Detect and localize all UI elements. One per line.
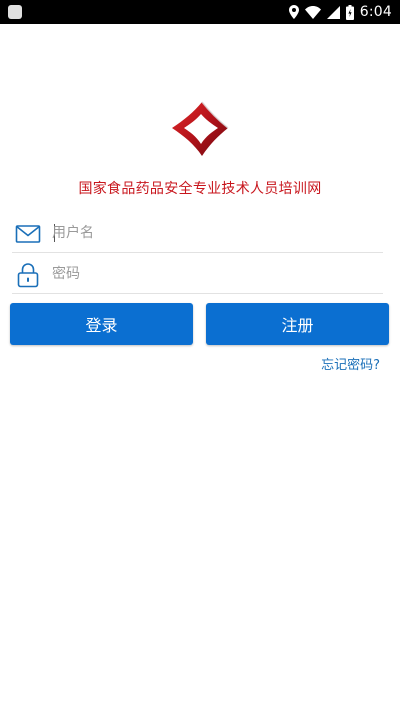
notification-app-icon — [8, 5, 22, 19]
forgot-password-link[interactable]: 忘记密码? — [321, 354, 380, 373]
password-input[interactable] — [52, 258, 372, 290]
login-button[interactable]: 登录 — [10, 303, 193, 345]
username-field — [12, 213, 383, 253]
password-field — [12, 254, 383, 294]
site-title: 国家食品药品安全专业技术人员培训网 — [78, 181, 322, 197]
wifi-icon — [304, 5, 321, 19]
status-time: 6:04 — [359, 4, 392, 20]
username-input[interactable] — [52, 217, 372, 249]
location-icon — [288, 5, 299, 19]
mail-icon — [15, 225, 41, 243]
status-bar: 6:04 — [0, 0, 400, 24]
cellular-icon — [326, 5, 340, 19]
red-diamond-logo — [172, 101, 229, 156]
battery-icon — [345, 4, 354, 20]
register-button[interactable]: 注册 — [206, 303, 389, 345]
status-icons: 6:04 — [288, 0, 392, 24]
lock-icon — [17, 263, 39, 288]
